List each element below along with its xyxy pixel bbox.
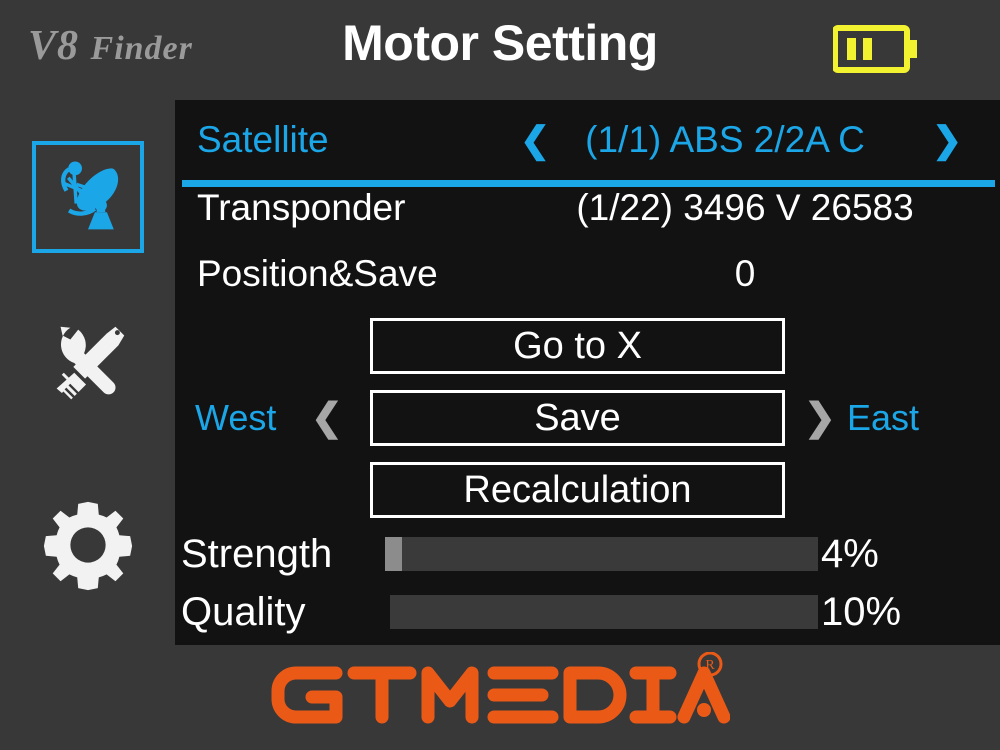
row-transponder-value: (1/22) 3496 V 26583 (576, 187, 914, 228)
device-screen: V8 Finder Motor Setting Satellite ❮ (1/1… (0, 0, 1000, 750)
gear-icon (39, 496, 137, 599)
satellite-prev-icon[interactable]: ❮ (520, 112, 550, 168)
signal-quality-meter: Quality 10% (175, 586, 1000, 638)
svg-text:R: R (705, 658, 715, 673)
row-satellite[interactable]: Satellite ❮ (1/1) ABS 2/2A C ❯ (175, 112, 1000, 187)
row-transponder-label: Transponder (197, 187, 406, 228)
signal-strength-track (385, 537, 818, 571)
sidebar-item-tools[interactable] (0, 305, 175, 425)
signal-strength-label: Strength (181, 532, 333, 576)
chevron-left-icon[interactable]: ❮ (311, 390, 343, 446)
west-label: West (195, 397, 277, 438)
footer-bar: R (0, 645, 1000, 750)
row-satellite-label: Satellite (197, 119, 329, 160)
tools-icon (39, 314, 137, 417)
battery-icon (832, 25, 919, 73)
signal-quality-track (390, 595, 818, 629)
row-position-save-label: Position&Save (197, 253, 438, 294)
satellite-dish-icon (45, 152, 131, 243)
sidebar-item-settings[interactable] (0, 485, 175, 610)
main-content: Satellite ❮ (1/1) ABS 2/2A C ❯ Transpond… (175, 100, 1000, 645)
goto-x-button[interactable]: Go to X (370, 318, 785, 374)
signal-strength-percent: 4% (821, 532, 879, 576)
row-position-save[interactable]: Position&Save 0 (175, 246, 1000, 302)
signal-quality-label: Quality (181, 590, 306, 634)
header-bar: V8 Finder Motor Setting (0, 0, 1000, 100)
signal-strength-meter: Strength 4% (175, 528, 1000, 580)
recalculation-button[interactable]: Recalculation (370, 462, 785, 518)
east-label: East (847, 397, 920, 438)
chevron-right-icon[interactable]: ❯ (804, 390, 836, 446)
row-transponder[interactable]: Transponder (1/22) 3496 V 26583 (175, 180, 1000, 236)
save-button[interactable]: Save (370, 390, 785, 446)
row-position-save-value: 0 (734, 253, 756, 294)
satellite-next-icon[interactable]: ❯ (932, 112, 962, 168)
sidebar (0, 100, 175, 645)
sidebar-selection-box (31, 141, 144, 253)
row-satellite-value: (1/1) ABS 2/2A C (585, 119, 865, 160)
sidebar-item-satellite[interactable] (0, 122, 175, 272)
signal-strength-fill (385, 537, 403, 571)
gtmedia-logo: R (270, 651, 731, 743)
signal-quality-percent: 10% (821, 590, 902, 634)
